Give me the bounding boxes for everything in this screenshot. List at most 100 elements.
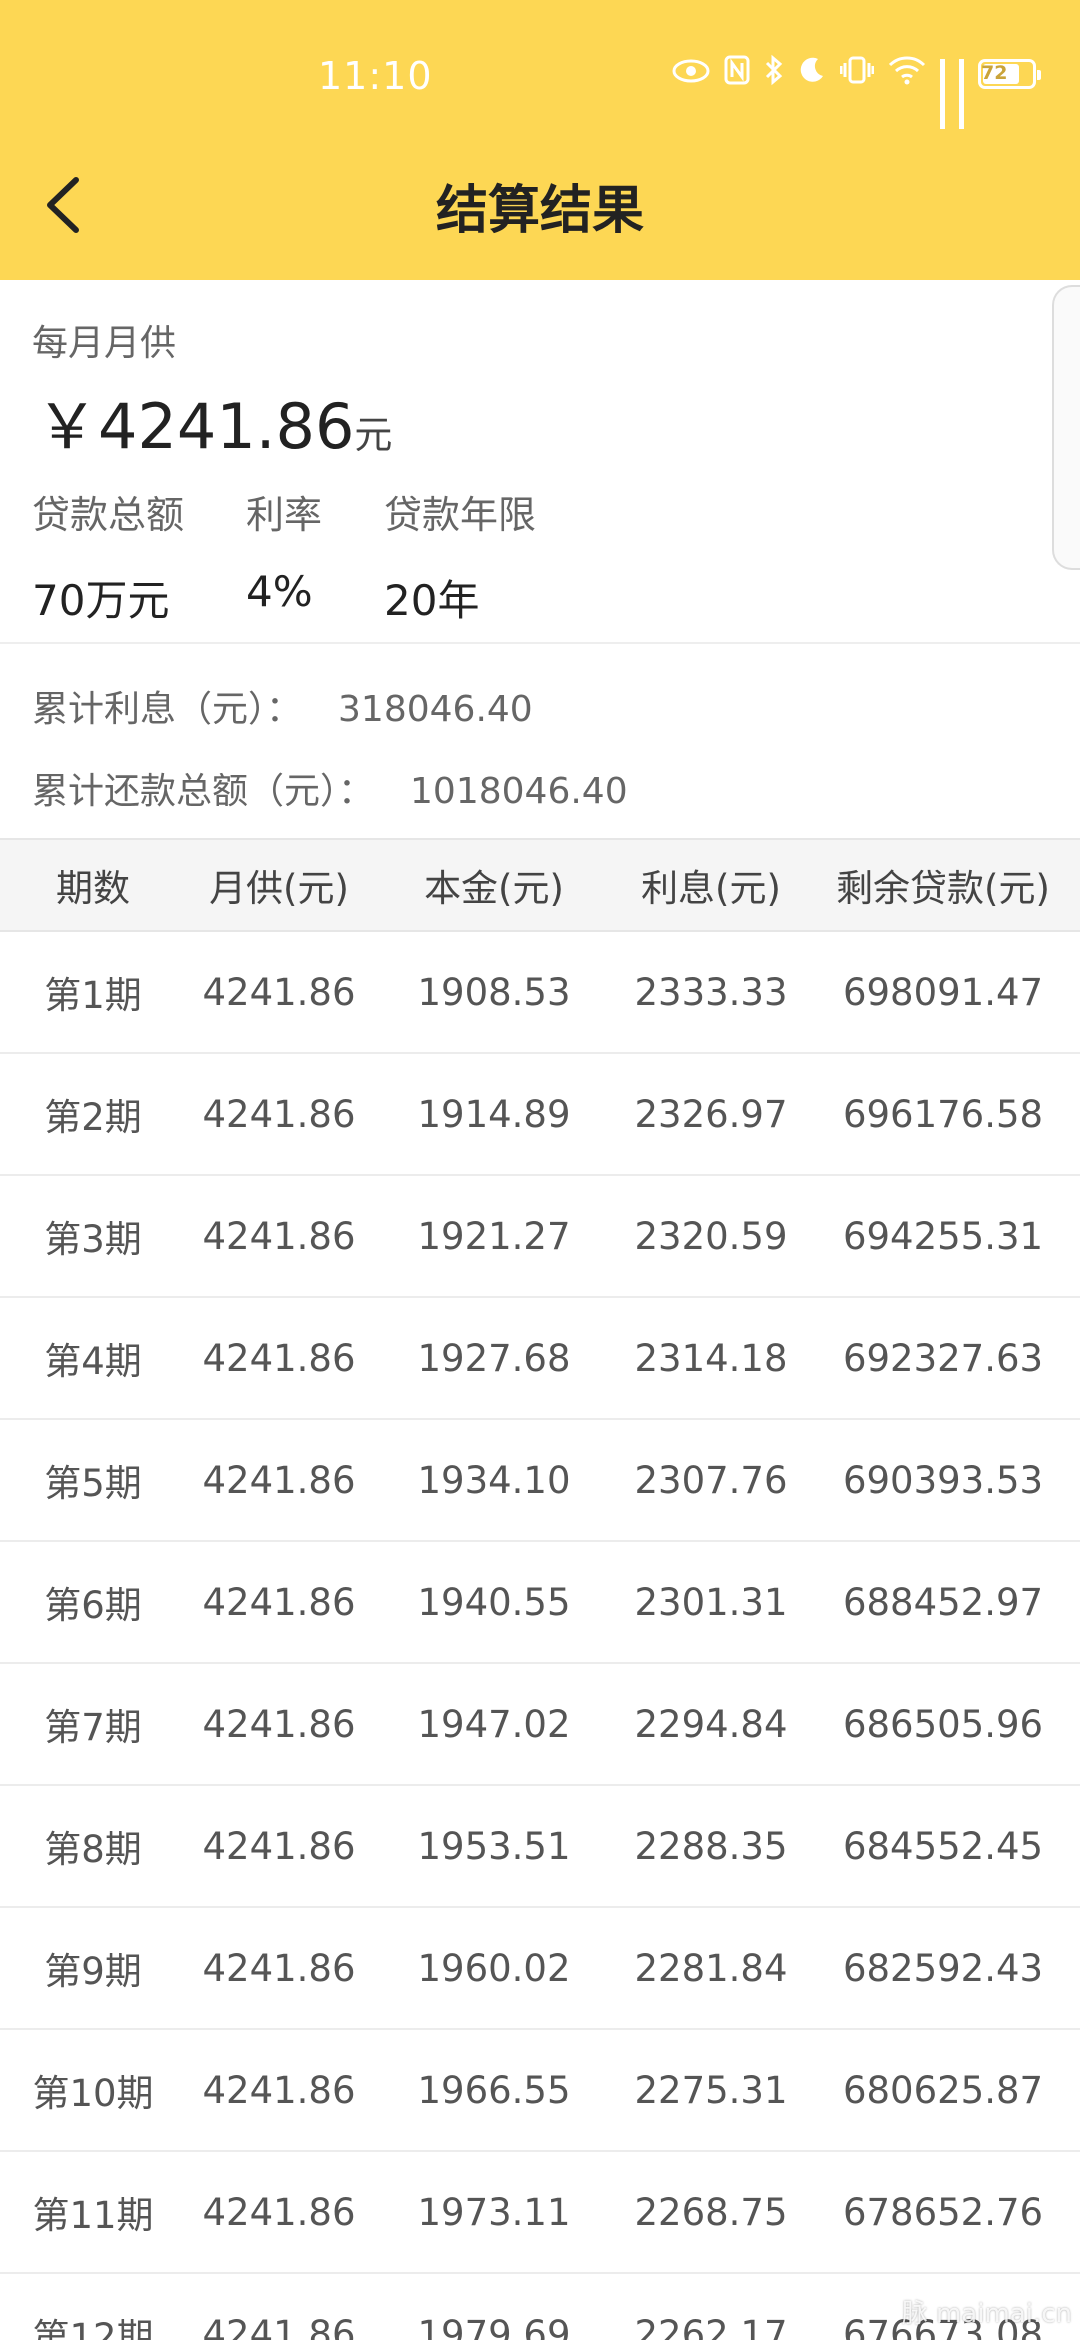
table-cell: 4241.86 [202, 1702, 356, 1746]
column-header: 利息(元) [641, 867, 781, 910]
table-cell: 4241.86 [202, 1580, 356, 1624]
table-cell: 4241.86 [202, 2068, 356, 2112]
table-cell: 1966.55 [417, 2068, 571, 2112]
table-row: 第5期 4241.86 1934.10 2307.76 690393.53 [0, 1420, 1080, 1542]
table-row: 第1期 4241.86 1908.53 2333.33 698091.47 [0, 932, 1080, 1054]
table-cell: 4241.86 [202, 2190, 356, 2234]
table-cell: 2320.59 [634, 1214, 788, 1258]
table-row: 第6期 4241.86 1940.55 2301.31 688452.97 [0, 1542, 1080, 1664]
table-cell: 第6期 [44, 1584, 142, 1627]
table-cell: 1914.89 [417, 1092, 571, 1136]
table-cell: 第2期 [44, 1096, 142, 1139]
table-cell: 692327.63 [842, 1336, 1044, 1380]
table-cell: 第4期 [44, 1340, 142, 1383]
stat-value: 20年 [384, 576, 480, 625]
table-cell: 2288.35 [634, 1824, 788, 1868]
table-cell: 4241.86 [202, 1458, 356, 1502]
table-cell: 4241.86 [202, 1946, 356, 1990]
table-cell: 2275.31 [634, 2068, 788, 2112]
table-row: 第10期 4241.86 1966.55 2275.31 680625.87 [0, 2030, 1080, 2152]
stat-loan-term: 贷款年限 20年 [384, 484, 536, 628]
column-header: 剩余贷款(元) [836, 867, 1050, 910]
stat-label: 利率 [246, 493, 323, 537]
table-row: 第11期 4241.86 1973.11 2268.75 678652.76 [0, 2152, 1080, 2274]
table-cell: 2333.33 [634, 970, 788, 1014]
vibrate-icon [839, 56, 875, 92]
status-icons: 72 [672, 54, 1041, 129]
stat-value: 4% [246, 567, 313, 616]
total-interest-row: 累计利息（元）： 318046.40 [32, 680, 533, 732]
table-cell: 1921.27 [417, 1214, 571, 1258]
table-row: 第7期 4241.86 1947.02 2294.84 686505.96 [0, 1664, 1080, 1786]
side-drawer-handle[interactable] [1052, 285, 1080, 570]
table-cell: 4241.86 [202, 1214, 356, 1258]
table-cell: 4241.86 [202, 1824, 356, 1868]
stat-interest-rate: 利率 4% [246, 484, 322, 616]
table-cell: 2281.84 [634, 1946, 788, 1990]
signal-icon [940, 59, 945, 129]
table-cell: 688452.97 [842, 1580, 1044, 1624]
table-cell: 1947.02 [417, 1702, 571, 1746]
monthly-payment-unit: 元 [354, 413, 393, 457]
monthly-payment-amount: ￥4241.86元 [36, 376, 392, 466]
moon-icon [798, 56, 826, 92]
table-cell: 第10期 [32, 2072, 154, 2115]
eye-icon [672, 57, 710, 92]
monthly-payment-value: ￥4241.86 [36, 390, 355, 463]
table-cell: 第8期 [44, 1828, 142, 1871]
stat-label: 贷款总额 [32, 493, 185, 537]
table-cell: 1927.68 [417, 1336, 571, 1380]
table-row: 第9期 4241.86 1960.02 2281.84 682592.43 [0, 1908, 1080, 2030]
status-bar: 11:10 72 [0, 40, 1080, 129]
battery-icon: 72 [978, 59, 1041, 89]
table-body: 第1期 4241.86 1908.53 2333.33 698091.47 第2期 4241… [0, 932, 1080, 2340]
table-cell: 4241.86 [202, 1336, 356, 1380]
table-cell: 690393.53 [842, 1458, 1044, 1502]
stat-value: 70万元 [32, 576, 170, 625]
table-row: 第8期 4241.86 1953.51 2288.35 684552.45 [0, 1786, 1080, 1908]
table-cell: 2268.75 [634, 2190, 788, 2234]
repayment-table: 期数 月供(元) 本金(元) 利息(元) 剩余贷款(元) 第1期 4241.86 1… [0, 838, 1080, 2340]
total-interest-value: 318046.40 [338, 689, 533, 730]
table-cell: 2314.18 [634, 1336, 788, 1380]
table-cell: 696176.58 [842, 1092, 1044, 1136]
table-cell: 第1期 [44, 974, 142, 1017]
table-cell: 698091.47 [842, 970, 1044, 1014]
signal-icon [959, 59, 964, 129]
column-header: 期数 [56, 867, 130, 910]
column-header: 本金(元) [424, 867, 564, 910]
nfc-icon [724, 55, 750, 93]
status-time: 11:10 [318, 54, 433, 98]
table-cell: 1940.55 [417, 1580, 571, 1624]
total-repayment-value: 1018046.40 [410, 771, 628, 812]
battery-level: 72 [981, 62, 1008, 84]
table-cell: 2326.97 [634, 1092, 788, 1136]
total-interest-label: 累计利息（元）： [32, 689, 303, 730]
app-header: 11:10 72 结算结果 [0, 0, 1080, 280]
page-title: 结算结果 [435, 181, 644, 241]
table-cell: 4241.86 [202, 1092, 356, 1136]
table-cell: 1960.02 [417, 1946, 571, 1990]
table-cell: 第11期 [32, 2194, 154, 2237]
total-repayment-row: 累计还款总额（元）： 1018046.40 [32, 762, 628, 814]
monthly-summary: 每月月供 ￥4241.86元 贷款总额 70万元 利率 4% 贷款年限 20年 [0, 280, 1080, 642]
table-cell: 678652.76 [842, 2190, 1044, 2234]
table-row: 第2期 4241.86 1914.89 2326.97 696176.58 [0, 1054, 1080, 1176]
table-row: 第4期 4241.86 1927.68 2314.18 692327.63 [0, 1298, 1080, 1420]
table-row: 第3期 4241.86 1921.27 2320.59 694255.31 [0, 1176, 1080, 1298]
table-header: 期数 月供(元) 本金(元) 利息(元) 剩余贷款(元) [0, 838, 1080, 932]
table-cell: 2294.84 [634, 1702, 788, 1746]
table-cell: 第9期 [44, 1950, 142, 1993]
stat-label: 贷款年限 [384, 493, 537, 537]
table-cell: 2301.31 [634, 1580, 788, 1624]
totals-section: 累计利息（元）： 318046.40 累计还款总额（元）： 1018046.40 [0, 644, 1080, 838]
column-header: 月供(元) [209, 867, 349, 910]
bluetooth-icon [764, 54, 784, 94]
wifi-icon [888, 55, 926, 93]
table-cell: 2262.17 [634, 2312, 788, 2340]
table-cell: 第5期 [44, 1462, 142, 1505]
table-cell: 第3期 [44, 1218, 142, 1261]
table-cell: 4241.86 [202, 2312, 356, 2340]
monthly-payment-label: 每月月供 [32, 323, 177, 364]
table-cell: 1973.11 [417, 2190, 571, 2234]
